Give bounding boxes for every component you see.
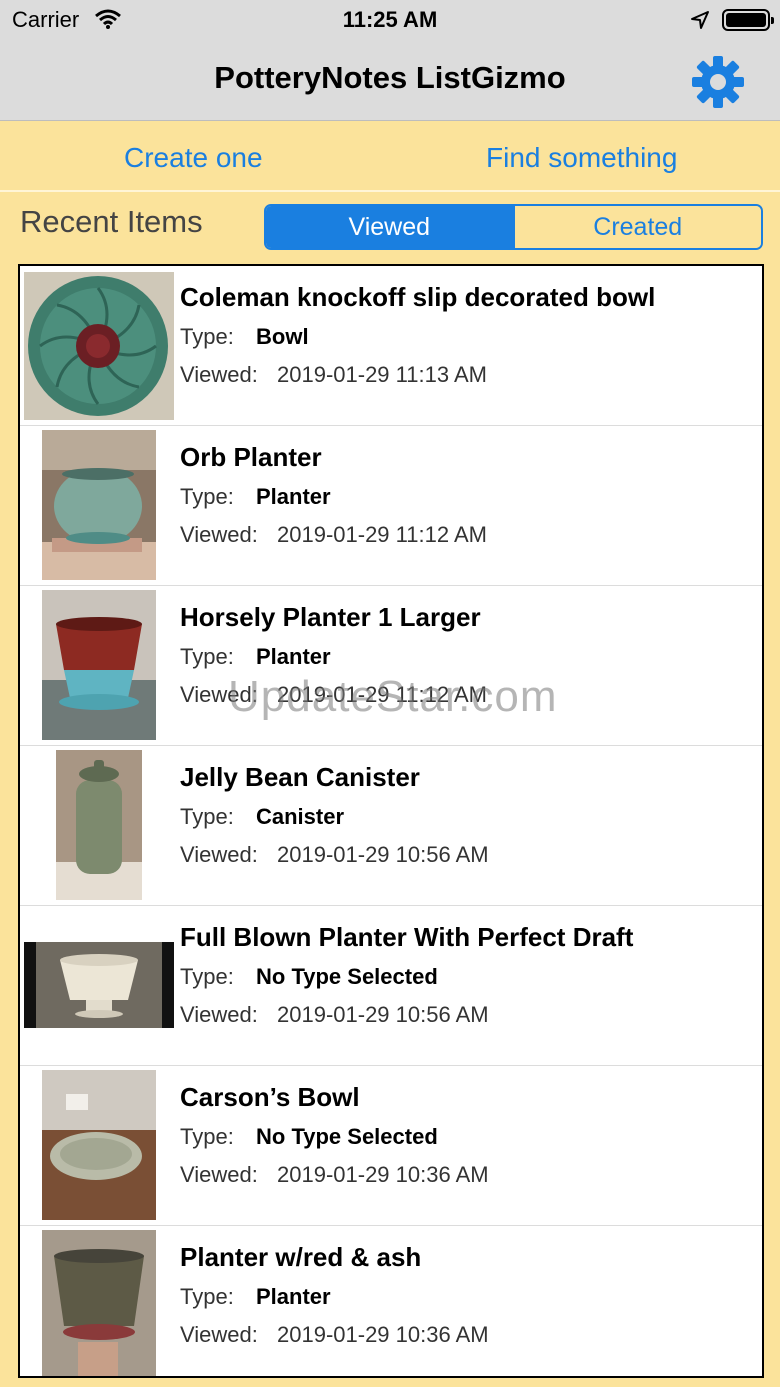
item-title: Orb Planter	[180, 442, 322, 472]
item-viewed-date: 2019-01-29 11:12 AM	[277, 682, 487, 707]
item-viewed-date: 2019-01-29 10:56 AM	[277, 1002, 489, 1027]
item-title: Planter w/red & ash	[180, 1242, 422, 1272]
item-viewed-date: 2019-01-29 11:12 AM	[277, 522, 487, 547]
list-item[interactable]: Horsely Planter 1 Larger Type: Planter V…	[20, 586, 762, 746]
gear-icon[interactable]	[690, 54, 746, 110]
item-viewed-date: 2019-01-29 10:36 AM	[277, 1162, 489, 1187]
item-viewed-date: 2019-01-29 10:56 AM	[277, 842, 489, 867]
battery-icon	[722, 9, 774, 31]
list-item[interactable]: Coleman knockoff slip decorated bowl Typ…	[20, 266, 762, 426]
item-type: Bowl	[256, 324, 309, 349]
action-row: Create one Find something	[0, 122, 780, 192]
type-label: Type:	[180, 1124, 234, 1149]
item-thumbnail	[24, 942, 174, 1028]
app-title: PotteryNotes ListGizmo	[214, 60, 566, 95]
type-label: Type:	[180, 324, 234, 349]
create-one-button[interactable]: Create one	[124, 142, 263, 174]
recent-items-label: Recent Items	[20, 204, 203, 239]
status-bar: Carrier 11:25 AM	[0, 0, 780, 40]
viewed-label: Viewed:	[180, 1002, 258, 1027]
recent-segmented-control: Viewed Created	[264, 204, 763, 250]
viewed-label: Viewed:	[180, 1162, 258, 1187]
item-thumbnail	[42, 1070, 156, 1220]
find-something-button[interactable]: Find something	[486, 142, 677, 174]
nav-bar: PotteryNotes ListGizmo	[0, 40, 780, 121]
list-item[interactable]: Full Blown Planter With Perfect Draft Ty…	[20, 906, 762, 1066]
item-type: No Type Selected	[256, 964, 438, 989]
item-type: Planter	[256, 644, 331, 669]
item-title: Coleman knockoff slip decorated bowl	[180, 282, 656, 312]
recent-items-list: Coleman knockoff slip decorated bowl Typ…	[18, 264, 764, 1378]
list-item[interactable]: Jelly Bean Canister Type: Canister Viewe…	[20, 746, 762, 906]
item-viewed-date: 2019-01-29 11:13 AM	[277, 362, 487, 387]
item-title: Full Blown Planter With Perfect Draft	[180, 922, 634, 952]
viewed-label: Viewed:	[180, 682, 258, 707]
status-time: 11:25 AM	[342, 7, 438, 32]
item-thumbnail	[24, 272, 174, 420]
item-thumbnail	[42, 430, 156, 580]
type-label: Type:	[180, 964, 234, 989]
list-item[interactable]: Carson’s Bowl Type: No Type Selected Vie…	[20, 1066, 762, 1226]
viewed-label: Viewed:	[180, 522, 258, 547]
viewed-label: Viewed:	[180, 1322, 258, 1347]
item-type: No Type Selected	[256, 1124, 438, 1149]
list-item[interactable]: Planter w/red & ash Type: Planter Viewed…	[20, 1226, 762, 1376]
type-label: Type:	[180, 484, 234, 509]
segment-viewed[interactable]: Viewed	[266, 206, 513, 248]
item-viewed-date: 2019-01-29 10:36 AM	[277, 1322, 489, 1347]
type-label: Type:	[180, 804, 234, 829]
item-title: Carson’s Bowl	[180, 1082, 360, 1112]
list-item[interactable]: Orb Planter Type: Planter Viewed: 2019-0…	[20, 426, 762, 586]
item-type: Planter	[256, 484, 331, 509]
item-title: Jelly Bean Canister	[180, 762, 420, 792]
location-arrow-icon	[690, 10, 710, 35]
segment-created[interactable]: Created	[512, 206, 761, 248]
type-label: Type:	[180, 1284, 234, 1309]
type-label: Type:	[180, 644, 234, 669]
item-title: Horsely Planter 1 Larger	[180, 602, 481, 632]
item-type: Canister	[256, 804, 345, 829]
viewed-label: Viewed:	[180, 362, 258, 387]
item-thumbnail	[56, 750, 142, 900]
viewed-label: Viewed:	[180, 842, 258, 867]
item-type: Planter	[256, 1284, 331, 1309]
item-thumbnail	[42, 590, 156, 740]
item-thumbnail	[42, 1230, 156, 1376]
